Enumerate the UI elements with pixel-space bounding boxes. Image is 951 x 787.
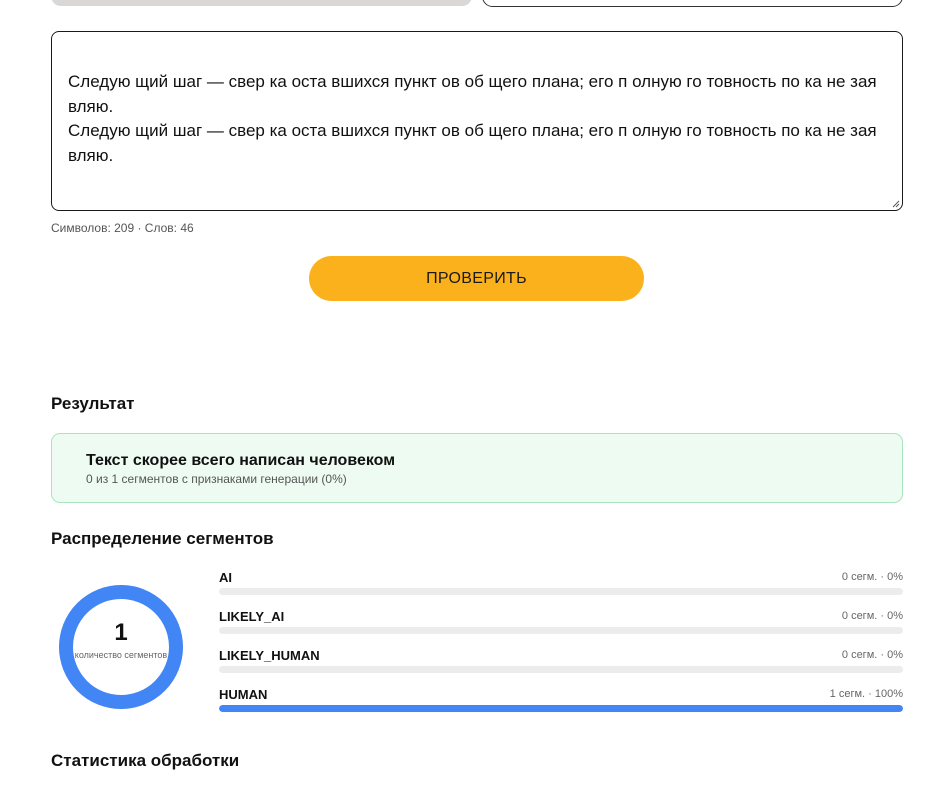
donut-caption: количество сегментов <box>74 650 168 660</box>
segment-meta: 0 сегм. · 0% <box>841 610 903 622</box>
result-verdict: Текст скорее всего написан человеком <box>86 452 396 469</box>
segment-label: HUMAN <box>219 687 268 702</box>
segments-donut-chart <box>59 585 183 709</box>
segment-bar-track <box>219 666 903 673</box>
segment-row-likely-human: LIKELY_HUMAN 0 сегм. · 0% <box>219 648 903 682</box>
result-card: Текст скорее всего написан человеком 0 и… <box>51 433 903 503</box>
segment-bar-track <box>219 705 903 712</box>
segment-bar-track <box>219 627 903 634</box>
segment-meta: 1 сегм. · 100% <box>829 688 903 700</box>
segment-row-ai: AI 0 сегм. · 0% <box>219 570 903 604</box>
segment-row-likely-ai: LIKELY_AI 0 сегм. · 0% <box>219 609 903 643</box>
segment-meta: 0 сегм. · 0% <box>841 571 903 583</box>
segment-label: LIKELY_HUMAN <box>219 648 320 663</box>
text-input[interactable]: Следую щий шаг — свер ка оста вшихся пун… <box>51 31 903 211</box>
segment-bar-fill <box>219 705 903 712</box>
text-input-line: Следую щий шаг — свер ка оста вшихся пун… <box>68 121 877 165</box>
top-tab-inactive[interactable] <box>482 0 903 7</box>
segment-meta: 0 сегм. · 0% <box>841 649 903 661</box>
result-details: 0 из 1 сегментов с признаками генерации … <box>86 472 347 486</box>
result-heading: Результат <box>51 394 135 413</box>
stats-heading: Статистика обработки <box>51 751 240 770</box>
segment-label: AI <box>219 570 232 585</box>
segment-label: LIKELY_AI <box>219 609 285 624</box>
char-word-counter: Символов: 209 · Слов: 46 <box>51 221 194 235</box>
segment-row-human: HUMAN 1 сегм. · 100% <box>219 687 903 721</box>
donut-ring <box>59 585 183 709</box>
donut-total: 1 <box>114 619 128 646</box>
check-button[interactable]: ПРОВЕРИТЬ <box>309 256 644 301</box>
top-tab-active[interactable] <box>51 0 472 6</box>
segment-bar-track <box>219 588 903 595</box>
distribution-heading: Распределение сегментов <box>51 529 274 548</box>
text-input-line: Следую щий шаг — свер ка оста вшихся пун… <box>68 72 877 116</box>
resize-handle-icon[interactable] <box>892 200 900 208</box>
